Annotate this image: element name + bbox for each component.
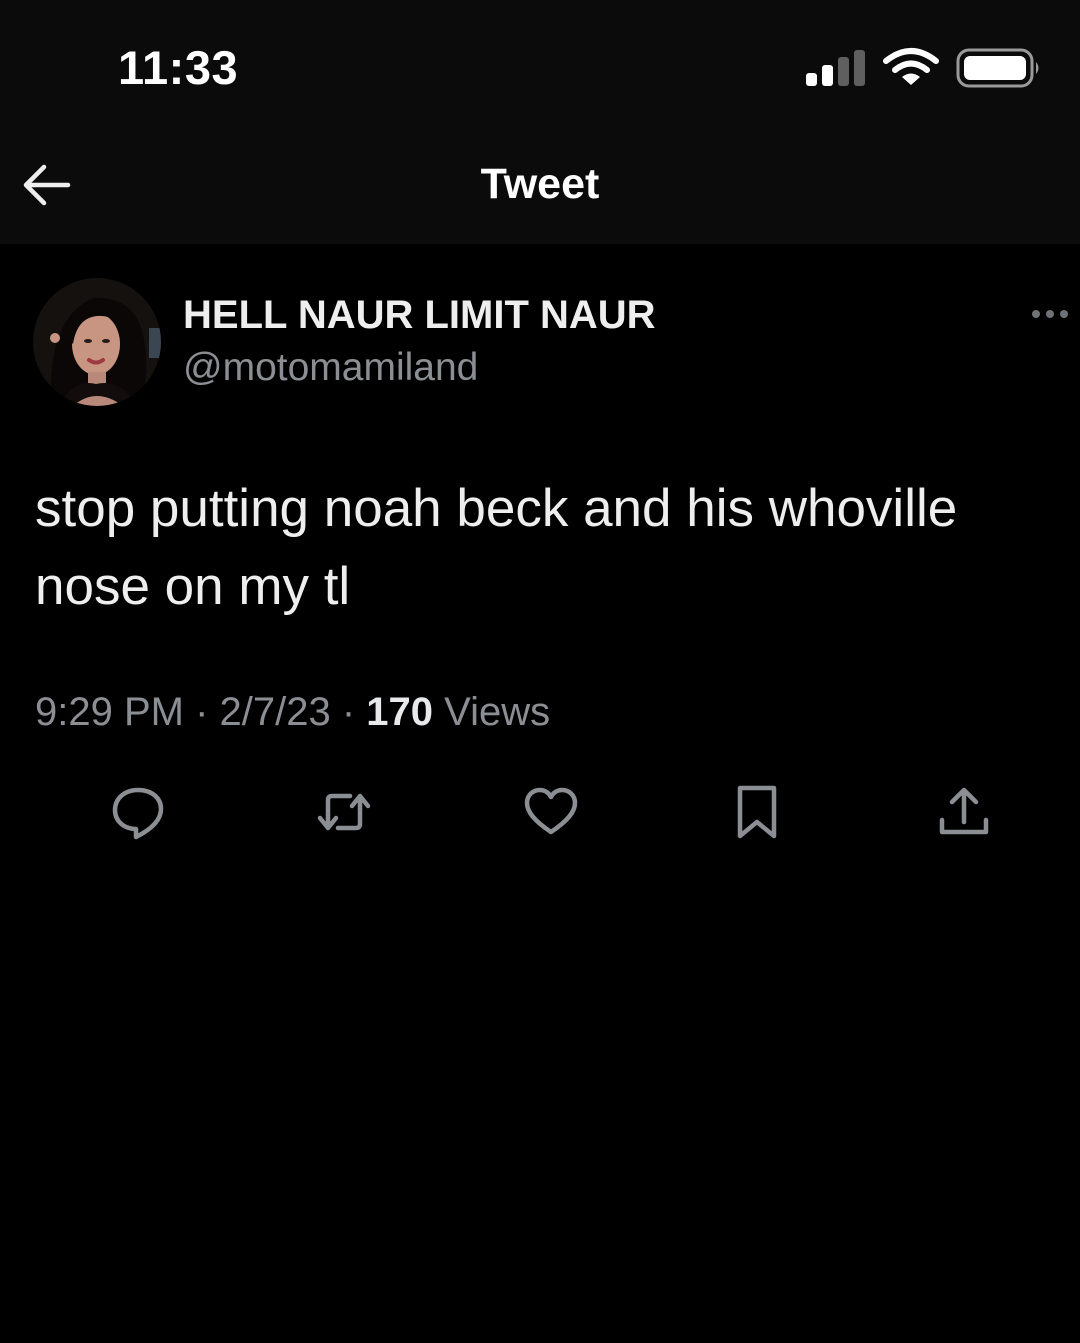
bookmark-icon[interactable] bbox=[729, 784, 785, 840]
tweet-meta: 9:29 PM · 2/7/23 · 170 Views bbox=[35, 690, 550, 735]
tweet-date: 2/7/23 bbox=[219, 690, 331, 734]
retweet-icon[interactable] bbox=[316, 784, 372, 840]
tweet-text: stop putting noah beck and his whoville … bbox=[35, 479, 958, 616]
views-count[interactable]: 170 bbox=[366, 690, 433, 734]
tweet-screen: 11:33 Tweet HELL NAUR LIMIT NAUR @motoma… bbox=[0, 0, 1080, 1343]
views-label[interactable]: Views bbox=[444, 690, 550, 734]
avatar[interactable] bbox=[33, 278, 161, 406]
battery-icon bbox=[956, 48, 1039, 88]
meta-separator: · bbox=[330, 690, 367, 734]
author-display-name[interactable]: HELL NAUR LIMIT NAUR bbox=[183, 293, 656, 338]
meta-separator: · bbox=[183, 690, 220, 734]
author-handle[interactable]: @motomamiland bbox=[183, 346, 478, 390]
reply-icon[interactable] bbox=[110, 784, 166, 840]
like-icon[interactable] bbox=[523, 784, 579, 840]
top-bar: 11:33 Tweet bbox=[0, 0, 1080, 244]
page-title: Tweet bbox=[480, 160, 600, 208]
wifi-icon bbox=[883, 48, 939, 85]
cellular-signal-icon bbox=[806, 50, 866, 86]
share-icon[interactable] bbox=[936, 784, 992, 840]
avatar-photo bbox=[33, 278, 161, 406]
more-options-icon[interactable] bbox=[1026, 302, 1074, 324]
tweet-time: 9:29 PM bbox=[35, 690, 184, 734]
status-time: 11:33 bbox=[118, 41, 239, 94]
